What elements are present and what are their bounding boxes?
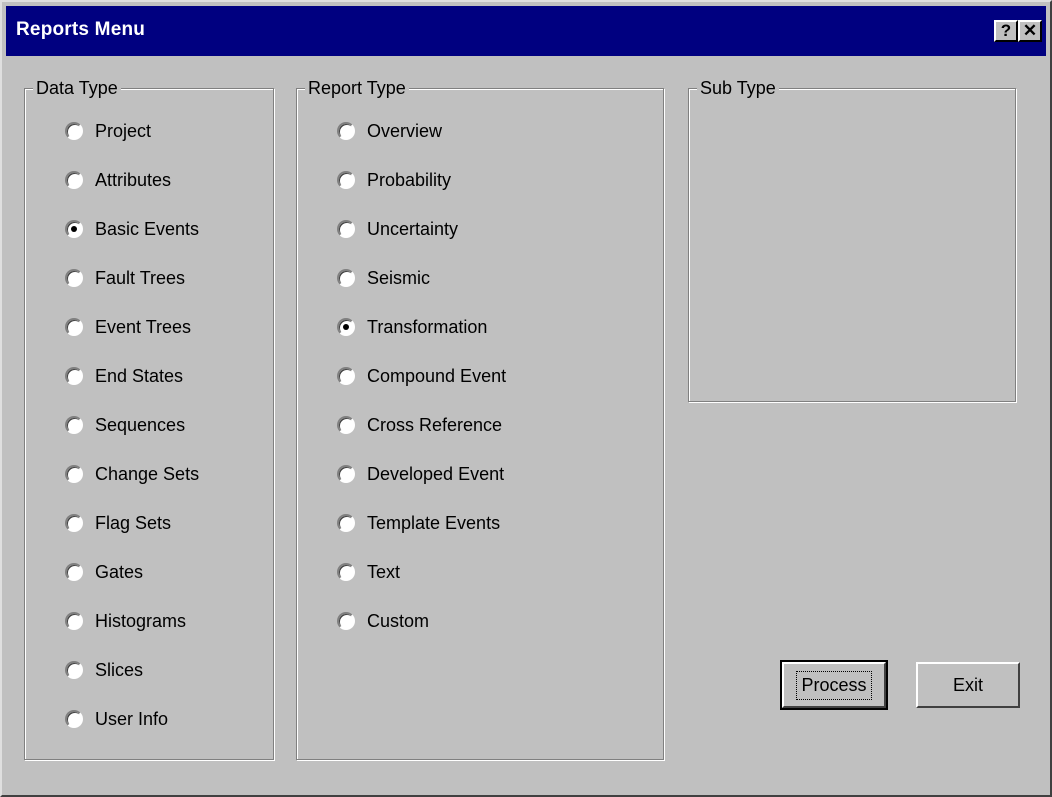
- radio-button-icon[interactable]: [65, 710, 83, 728]
- radio-button-icon[interactable]: [65, 416, 83, 434]
- exit-button-label: Exit: [952, 674, 983, 695]
- report-type-option-label: Transformation: [367, 316, 488, 337]
- report-type-option[interactable]: Cross Reference: [337, 413, 502, 437]
- data-type-option[interactable]: Flag Sets: [65, 511, 171, 535]
- data-type-option[interactable]: Slices: [65, 658, 143, 682]
- data-type-option[interactable]: Gates: [65, 560, 143, 584]
- radio-button-icon[interactable]: [65, 367, 83, 385]
- data-type-option[interactable]: User Info: [65, 707, 168, 731]
- sub-type-group: Sub Type: [688, 78, 1016, 402]
- report-type-option-label: Overview: [367, 120, 443, 141]
- data-type-option[interactable]: Attributes: [65, 168, 171, 192]
- help-icon[interactable]: ?: [994, 20, 1018, 42]
- exit-button[interactable]: Exit: [916, 662, 1020, 708]
- report-type-option-label: Compound Event: [367, 365, 507, 386]
- report-type-option-label: Text: [367, 561, 401, 582]
- radio-button-icon[interactable]: [337, 514, 355, 532]
- data-type-option-label: Project: [95, 120, 152, 141]
- data-type-option-label: Flag Sets: [95, 512, 172, 533]
- process-button[interactable]: Process: [780, 660, 888, 710]
- radio-button-icon[interactable]: [65, 514, 83, 532]
- data-type-option-label: Histograms: [95, 610, 187, 631]
- radio-button-icon[interactable]: [337, 416, 355, 434]
- radio-button-icon[interactable]: [337, 563, 355, 581]
- data-type-option-label: End States: [95, 365, 184, 386]
- radio-button-icon[interactable]: [337, 269, 355, 287]
- radio-button-icon[interactable]: [337, 171, 355, 189]
- report-type-option-label: Cross Reference: [367, 414, 503, 435]
- report-type-option[interactable]: Custom: [337, 609, 429, 633]
- radio-button-icon[interactable]: [65, 661, 83, 679]
- report-type-option[interactable]: Overview: [337, 119, 442, 143]
- process-button-label: Process: [796, 670, 872, 700]
- reports-menu-dialog: Reports Menu ? ✕ Data Type Project Attrib…: [0, 0, 1052, 797]
- report-type-option[interactable]: Uncertainty: [337, 217, 458, 241]
- report-type-option[interactable]: Seismic: [337, 266, 430, 290]
- data-type-option-label: Gates: [95, 561, 144, 582]
- radio-button-icon[interactable]: [65, 220, 83, 238]
- radio-button-icon[interactable]: [65, 122, 83, 140]
- data-type-label: Data Type: [33, 78, 121, 98]
- data-type-option-label: Sequences: [95, 414, 186, 435]
- radio-button-icon[interactable]: [65, 465, 83, 483]
- radio-dot-icon: [343, 324, 349, 330]
- report-type-option-label: Uncertainty: [367, 218, 459, 239]
- report-type-option-label: Seismic: [367, 267, 431, 288]
- report-type-group: Report Type Overview Probability Uncertain…: [296, 78, 664, 760]
- radio-button-icon[interactable]: [337, 220, 355, 238]
- title-bar[interactable]: Reports Menu ? ✕: [6, 6, 1046, 56]
- report-type-option[interactable]: Compound Event: [337, 364, 506, 388]
- report-type-option[interactable]: Template Events: [337, 511, 500, 535]
- radio-button-icon[interactable]: [65, 269, 83, 287]
- radio-button-icon[interactable]: [65, 612, 83, 630]
- radio-button-icon[interactable]: [65, 563, 83, 581]
- radio-dot-icon: [71, 226, 77, 232]
- data-type-option-label: Attributes: [95, 169, 172, 190]
- data-type-option-label: Change Sets: [95, 463, 200, 484]
- report-type-option-label: Custom: [367, 610, 430, 631]
- data-type-option-label: User Info: [95, 708, 169, 729]
- radio-button-icon[interactable]: [337, 465, 355, 483]
- data-type-option[interactable]: Project: [65, 119, 151, 143]
- radio-button-icon[interactable]: [65, 171, 83, 189]
- report-type-option-label: Developed Event: [367, 463, 505, 484]
- sub-type-label: Sub Type: [697, 78, 779, 98]
- report-type-option[interactable]: Text: [337, 560, 400, 584]
- data-type-group: Data Type Project Attributes Basic Events F…: [24, 78, 274, 760]
- data-type-option[interactable]: Basic Events: [65, 217, 199, 241]
- window-title: Reports Menu: [16, 19, 146, 40]
- data-type-option-label: Fault Trees: [95, 267, 186, 288]
- radio-button-icon[interactable]: [337, 612, 355, 630]
- data-type-option-label: Basic Events: [95, 218, 200, 239]
- report-type-option[interactable]: Transformation: [337, 315, 487, 339]
- report-type-option[interactable]: Probability: [337, 168, 451, 192]
- report-type-option[interactable]: Developed Event: [337, 462, 504, 486]
- data-type-option[interactable]: Change Sets: [65, 462, 199, 486]
- radio-button-icon[interactable]: [337, 122, 355, 140]
- data-type-option[interactable]: Event Trees: [65, 315, 191, 339]
- data-type-option[interactable]: Sequences: [65, 413, 185, 437]
- radio-button-icon[interactable]: [65, 318, 83, 336]
- radio-button-icon[interactable]: [337, 367, 355, 385]
- data-type-option[interactable]: Fault Trees: [65, 266, 185, 290]
- report-type-option-label: Probability: [367, 169, 452, 190]
- report-type-label: Report Type: [305, 78, 409, 98]
- data-type-option-label: Slices: [95, 659, 144, 680]
- radio-button-icon[interactable]: [337, 318, 355, 336]
- data-type-option[interactable]: Histograms: [65, 609, 186, 633]
- data-type-option[interactable]: End States: [65, 364, 183, 388]
- close-icon[interactable]: ✕: [1018, 20, 1042, 42]
- help-glyph: ?: [1000, 21, 1012, 40]
- data-type-option-label: Event Trees: [95, 316, 192, 337]
- close-glyph: ✕: [1022, 21, 1038, 40]
- report-type-option-label: Template Events: [367, 512, 501, 533]
